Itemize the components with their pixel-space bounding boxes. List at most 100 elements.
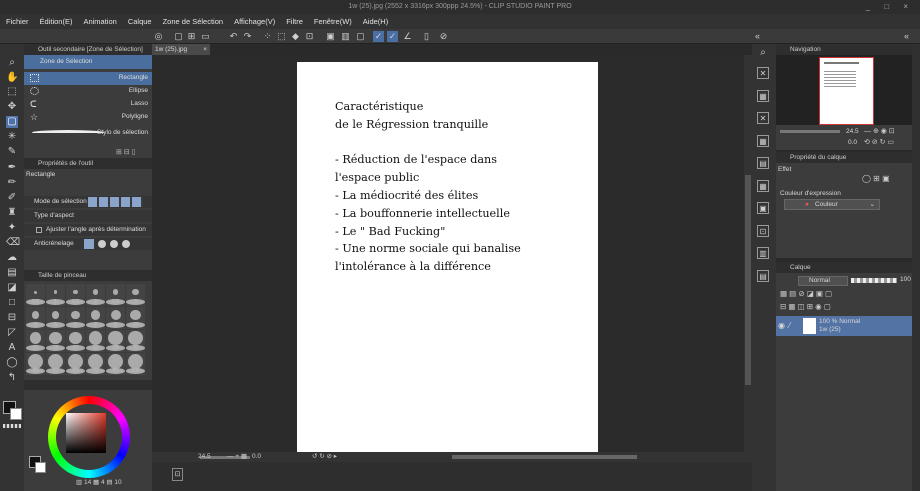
brush-size-cell[interactable]: 6 <box>66 307 85 329</box>
subtool-polyline[interactable]: ☆ Polyligne <box>24 111 152 124</box>
ruler-icon[interactable]: ∠ <box>402 31 413 42</box>
menu-affichage[interactable]: Affichage(V) <box>234 17 275 26</box>
expression-color-select[interactable]: ● Couleur ⌄ <box>784 199 880 210</box>
collapse-right2-icon[interactable]: « <box>901 31 912 42</box>
brush-size-grid[interactable]: 0.7 1 1.5 2 2.5 3 4 5 6 7 8 10 12 15 17 20 25 30 40 50 60 70 8… <box>26 284 146 380</box>
stabilizer-icon[interactable]: ✓ <box>373 31 384 42</box>
brush-size-cell[interactable]: 2.5 <box>106 284 125 306</box>
eye-icon[interactable]: ◉ <box>778 321 785 330</box>
brush-size-cell[interactable]: 30 <box>126 330 145 352</box>
zoom-buttons-icons[interactable]: — + ▦ <box>227 452 247 462</box>
antialias-options[interactable] <box>84 239 134 249</box>
brush-size-cell[interactable]: 17 <box>66 330 85 352</box>
redo-icon[interactable]: ↷ <box>242 31 253 42</box>
app-icon[interactable]: ◎ <box>153 31 164 42</box>
material-icon-6[interactable]: ▦ <box>757 180 769 192</box>
opacity-slider[interactable] <box>851 278 897 283</box>
brush-size-cell[interactable]: 0.7 <box>26 284 45 306</box>
brush-size-cell[interactable]: 2 <box>86 284 105 306</box>
brush-size-cell[interactable]: 100 <box>126 353 145 375</box>
material-icon-5[interactable]: ▤ <box>757 157 769 169</box>
eyedropper-icon[interactable]: ✎ <box>6 146 18 158</box>
device-icon[interactable]: ▯ <box>421 31 432 42</box>
blend-mode-select[interactable]: Normal <box>798 276 848 286</box>
fill-icon[interactable]: ◆ <box>290 31 301 42</box>
brush-size-cell[interactable]: 15 <box>46 330 65 352</box>
select-all-icon[interactable]: ▣ <box>325 31 336 42</box>
zoom-icon[interactable]: ⌕ <box>6 57 18 69</box>
move-icon[interactable]: ✥ <box>6 101 18 113</box>
subtool-actions-icons[interactable]: ⊞ ⊟ ▯ <box>116 148 135 156</box>
ruler-tool-icon[interactable]: ◸ <box>6 327 18 339</box>
pen-icon[interactable]: ✒ <box>6 162 18 174</box>
blend-icon[interactable]: ☁ <box>6 252 18 264</box>
document-tab[interactable]: 1w (25).jpg × <box>152 44 210 55</box>
saturation-square[interactable] <box>66 413 106 453</box>
subtool-selection-pen[interactable]: Stylo de sélection <box>24 124 152 141</box>
gradient-icon[interactable]: ◪ <box>6 282 18 294</box>
brush-size-cell[interactable]: 5 <box>46 307 65 329</box>
pencil-icon[interactable]: ✏ <box>6 177 18 189</box>
brush-size-cell[interactable]: 8 <box>106 307 125 329</box>
right-edge-scroll[interactable] <box>912 44 920 491</box>
save-icon[interactable]: ▭ <box>200 31 211 42</box>
brush-size-cell[interactable]: 50 <box>46 353 65 375</box>
navigator-zoom-slider[interactable] <box>780 130 840 133</box>
material-icon-10[interactable]: ▤ <box>757 270 769 282</box>
material-icon-4[interactable]: ▦ <box>757 135 769 147</box>
settings-icon[interactable]: ⊘ <box>438 31 449 42</box>
brush-size-cell[interactable]: 12 <box>26 330 45 352</box>
material-icon-3[interactable]: ✕ <box>757 112 769 124</box>
operation-icon[interactable]: ⬚ <box>6 86 18 98</box>
menu-calque[interactable]: Calque <box>128 17 152 26</box>
navigator-zoom-icons[interactable]: — ⊕ ◉ ⊡ <box>864 127 895 135</box>
subtool-tab[interactable]: Zone de Sélection <box>24 55 152 69</box>
balloon-icon[interactable]: ◯ <box>6 357 18 369</box>
search-icon[interactable]: ⌕ <box>757 47 769 59</box>
horizontal-scrollbar[interactable] <box>452 455 637 459</box>
selection-icon[interactable]: ▢ <box>6 116 18 128</box>
color-sub-swatch[interactable] <box>35 462 46 473</box>
brush-size-cell[interactable]: 60 <box>66 353 85 375</box>
hand-icon[interactable]: ✋ <box>6 72 18 84</box>
layer-actions-icons[interactable]: ⊟ ▦ ◫ ⊞ ◉ ▢ <box>780 302 831 311</box>
sub-color-swatch[interactable] <box>10 408 22 420</box>
correct-line-icon[interactable]: ↰ <box>6 372 18 384</box>
material-icon-2[interactable]: ▦ <box>757 90 769 102</box>
timeline-icon[interactable]: ⊡ <box>172 468 183 481</box>
transform-icon[interactable]: ⊡ <box>304 31 315 42</box>
subtool-ellipse[interactable]: Ellipse <box>24 85 152 98</box>
layer-row[interactable]: ◉ ⁄ 100 % Normal 1w (25) <box>776 316 912 336</box>
selection-mode-buttons[interactable] <box>88 197 143 207</box>
deselect-icon[interactable]: ⬚ <box>276 31 287 42</box>
brush-size-cell[interactable]: 80 <box>106 353 125 375</box>
brush-size-cell[interactable]: 70 <box>86 353 105 375</box>
brush-size-cell[interactable]: 7 <box>86 307 105 329</box>
adjust-angle-row[interactable]: Ajuster l'angle après détermination <box>24 224 152 236</box>
material-icon-9[interactable]: ▥ <box>757 247 769 259</box>
brush-size-cell[interactable]: 20 <box>86 330 105 352</box>
new-file-icon[interactable]: ▢ <box>173 31 184 42</box>
open-file-icon[interactable]: ⊞ <box>186 31 197 42</box>
menu-fichier[interactable]: Fichier <box>6 17 29 26</box>
brush-size-cell[interactable]: 4 <box>26 307 45 329</box>
fill-tool-icon[interactable]: ▤ <box>6 267 18 279</box>
brush-size-cell[interactable]: 1 <box>46 284 65 306</box>
close-tab-icon[interactable]: × <box>203 44 207 55</box>
vertical-scrollbar[interactable] <box>744 55 752 452</box>
menu-aide[interactable]: Aide(H) <box>363 17 388 26</box>
menu-edition[interactable]: Édition(E) <box>40 17 73 26</box>
navigator-rotate-icons[interactable]: ⟲ ⊘ ↻ ▭ <box>864 138 894 146</box>
figure-icon[interactable]: □ <box>6 297 18 309</box>
decoration-icon[interactable]: ✦ <box>6 222 18 234</box>
material-icon-7[interactable]: ▣ <box>757 202 769 214</box>
brush-size-cell[interactable]: 1.5 <box>66 284 85 306</box>
subtool-lasso[interactable]: ᑕ Lasso <box>24 98 152 111</box>
brush-size-cell[interactable]: 10 <box>126 307 145 329</box>
menu-zone-selection[interactable]: Zone de Sélection <box>163 17 223 26</box>
material-icon-8[interactable]: ⊡ <box>757 225 769 237</box>
brush-size-cell[interactable]: 40 <box>26 353 45 375</box>
auto-select-icon[interactable]: ✳ <box>6 131 18 143</box>
rotate-icons[interactable]: ↺ ↻ ⊘ ▸ <box>312 452 337 462</box>
border-icon[interactable]: ▢ <box>355 31 366 42</box>
